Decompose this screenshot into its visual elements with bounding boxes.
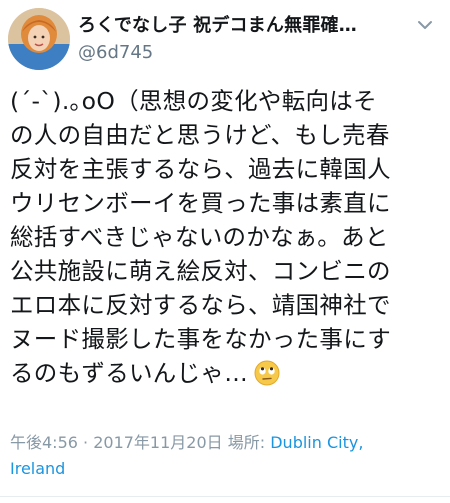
tweet-meta: 午後4:56 · 2017年11月20日 場所: Dublin City, Ir… <box>10 430 440 482</box>
tweet-text: (´-`).｡oO（思想の変化や転向はそ の人の自由だと思うけど、もし売春 反対… <box>10 84 440 390</box>
tweet-time[interactable]: 午後4:56 <box>10 433 78 452</box>
tweet-line-last: るのもずるいんじゃ… <box>10 356 440 390</box>
location-link-continued[interactable]: Ireland <box>10 456 440 482</box>
eye-roll-face-icon <box>254 360 280 386</box>
tweet-date[interactable]: 2017年11月20日 <box>93 433 222 452</box>
tweet-line-text: るのもずるいんじゃ… <box>10 359 248 387</box>
tweet-line: 反対を主張するなら、過去に韓国人 <box>10 155 391 183</box>
tweet-card: ろくでなし子 祝デコまん無罪確… @6d745 (´-`).｡oO（思想の変化や… <box>0 0 450 503</box>
tweet-line: の人の自由だと思うけど、もし売春 <box>10 121 390 149</box>
divider <box>0 496 450 497</box>
meta-separator: · <box>77 433 94 452</box>
user-handle[interactable]: @6d745 <box>78 40 398 66</box>
tweet-line: ウリセンボーイを買った事は素直に <box>10 189 391 217</box>
location-link[interactable]: Dublin City, <box>270 433 363 452</box>
tweet-line: (´-`).｡oO（思想の変化や転向はそ <box>10 87 377 115</box>
chevron-down-icon[interactable] <box>416 16 434 34</box>
meta-line-1: 午後4:56 · 2017年11月20日 場所: Dublin City, <box>10 430 440 456</box>
profile-photo-icon <box>8 8 70 70</box>
tweet-line: ヌード撮影した事をなかった事にす <box>10 325 392 353</box>
tweet-line: 公共施設に萌え絵反対、コンビニの <box>10 257 391 285</box>
display-name[interactable]: ろくでなし子 祝デコまん無罪確… <box>78 14 398 38</box>
tweet-line: エロ本に反対するなら、靖国神社で <box>10 291 391 319</box>
avatar[interactable] <box>8 8 70 70</box>
location-label: 場所: <box>222 433 271 452</box>
user-info[interactable]: ろくでなし子 祝デコまん無罪確… @6d745 <box>78 14 398 66</box>
tweet-line: 総括すべきじゃないのかなぁ。あと <box>10 223 389 251</box>
